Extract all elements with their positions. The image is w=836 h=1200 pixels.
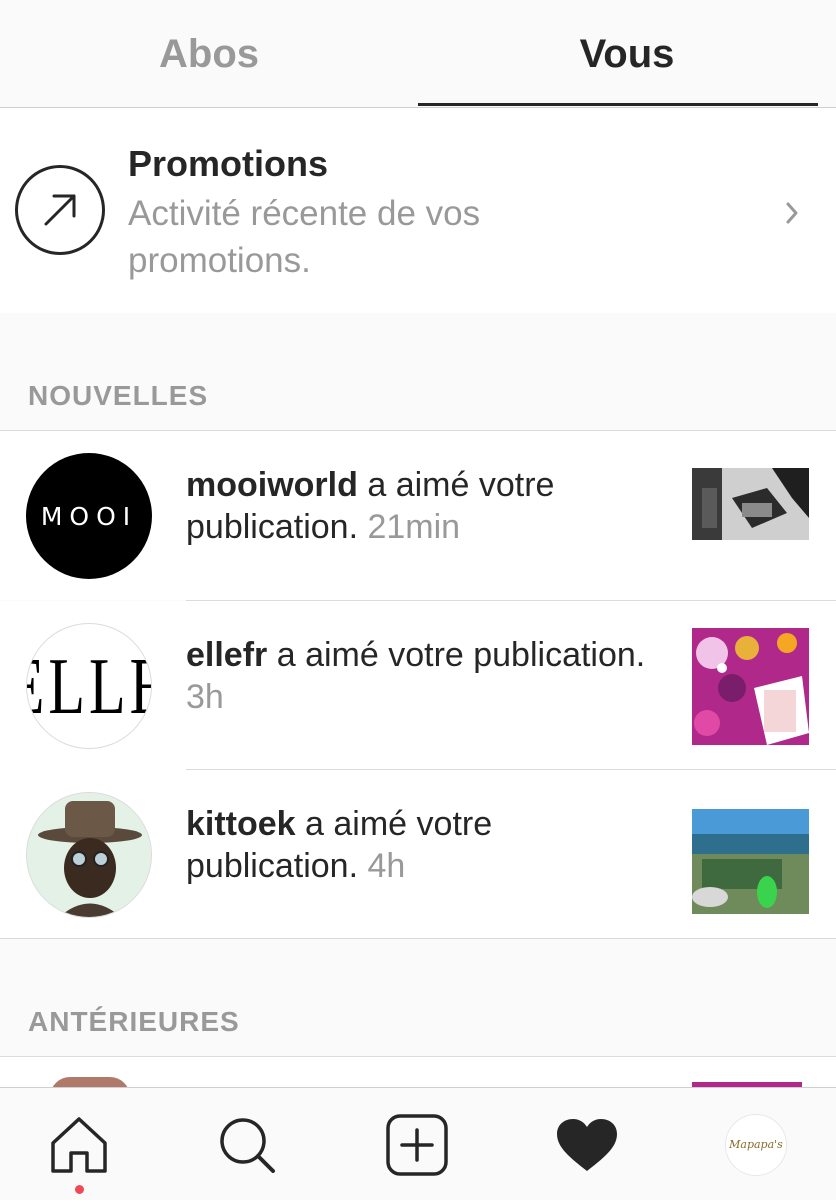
username[interactable]: kittoek (186, 805, 296, 843)
notification-text: kittoek a aimé votre publication. 4h (186, 803, 656, 887)
nav-home[interactable] (19, 1088, 139, 1200)
notification-time: 4h (367, 847, 406, 885)
notification-row-ellefr[interactable]: ELLE ellefr a aimé votre publication. 3h (0, 601, 836, 770)
avatar[interactable]: MOOI (26, 453, 152, 579)
nav-new-post[interactable] (357, 1088, 477, 1200)
search-icon (220, 1117, 275, 1173)
avatar[interactable]: ELLE (26, 623, 152, 749)
nav-activity[interactable] (527, 1088, 647, 1200)
post-thumbnail[interactable] (692, 797, 809, 914)
notification-dot (75, 1185, 84, 1194)
heart-icon (557, 1118, 617, 1171)
avatar-logo-text: MOOI (40, 501, 138, 531)
post-thumbnail[interactable] (692, 458, 809, 575)
notification-text: ellefr a aimé votre publication. 3h (186, 634, 656, 718)
avatar[interactable] (26, 792, 152, 918)
divider (0, 938, 836, 939)
bottom-navigation: Mapapa's (0, 1087, 836, 1200)
post-thumbnail[interactable] (692, 628, 809, 745)
promotions-title: Promotions (128, 143, 329, 184)
notification-text: mooiworld a aimé votre publication. 21mi… (186, 464, 656, 548)
username[interactable]: ellefr (186, 636, 267, 674)
activity-tabs: Abos Vous (0, 0, 836, 108)
promotions-row[interactable]: Promotions Activité récente de vos promo… (0, 108, 836, 313)
username[interactable]: mooiworld (186, 466, 358, 504)
nav-search[interactable] (187, 1088, 307, 1200)
add-post-icon (386, 1113, 448, 1176)
notification-time: 21min (367, 508, 461, 546)
chevron-right-icon (782, 200, 802, 231)
notification-time: 3h (186, 678, 224, 716)
profile-avatar: Mapapa's (725, 1113, 787, 1176)
nav-profile[interactable]: Mapapa's (696, 1088, 816, 1200)
tab-abos[interactable]: Abos (0, 0, 418, 108)
promotions-subtitle: Activité récente de vos promotions. (128, 194, 481, 280)
notification-row-mooiworld[interactable]: MOOI mooiworld a aimé votre publication.… (0, 431, 836, 600)
active-tab-indicator (418, 103, 818, 106)
home-icon (51, 1116, 107, 1173)
avatar-logo-text: ELLE (27, 640, 151, 730)
profile-avatar-label: Mapapa's (729, 1138, 783, 1151)
section-header-new: NOUVELLES (28, 380, 209, 411)
notification-row-kittoek[interactable]: kittoek a aimé votre publication. 4h (0, 770, 836, 939)
tab-vous[interactable]: Vous (418, 0, 836, 108)
section-header-older: ANTÉRIEURES (28, 1006, 240, 1037)
arrow-up-right-icon (15, 165, 105, 255)
notification-action: a aimé votre publication. (267, 636, 646, 674)
person-hat-photo (27, 793, 151, 917)
notification-row-partial[interactable] (0, 1057, 836, 1097)
